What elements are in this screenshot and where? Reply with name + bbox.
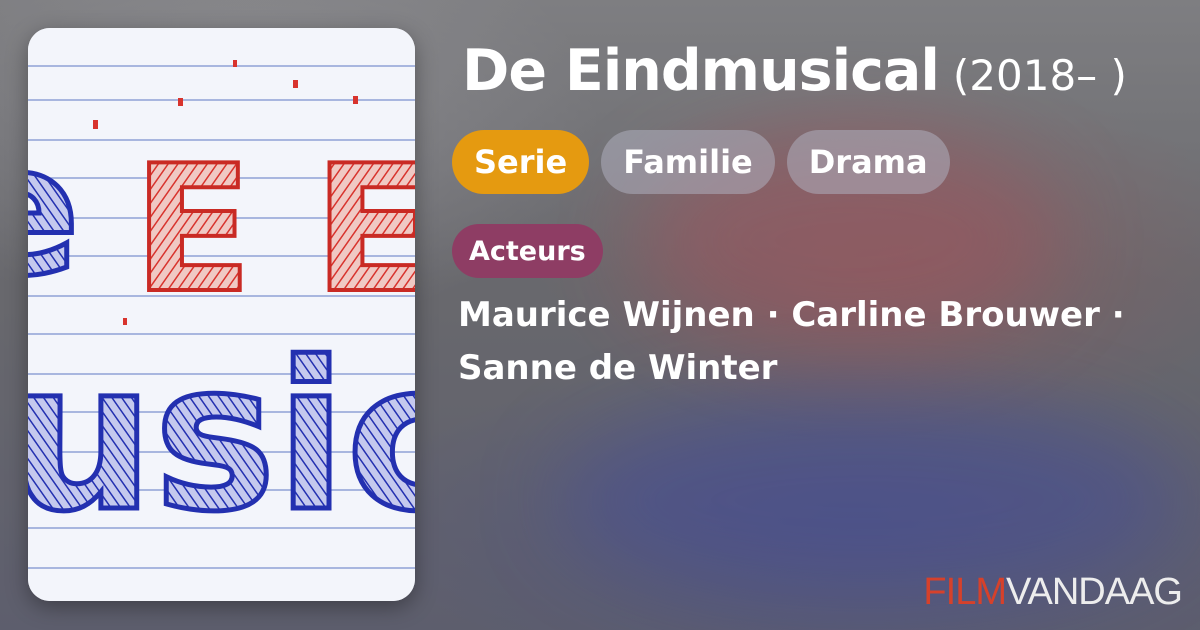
- genre-tags: Serie Familie Drama: [452, 130, 950, 194]
- title-row: De Eindmusical (2018– ): [462, 38, 1127, 104]
- brand-logo-part1: FILM: [923, 571, 1007, 613]
- tag-drama[interactable]: Drama: [786, 130, 950, 194]
- tag-familie[interactable]: Familie: [601, 130, 775, 194]
- actors-line-1: Maurice Wijnen · Carline Brouwer ·: [458, 295, 1125, 335]
- actors-badge: Acteurs: [452, 224, 603, 278]
- poster-text-left: e: [28, 107, 80, 316]
- brand-logo-part2: VANDAAG: [1005, 571, 1183, 613]
- year-label: (2018– ): [952, 51, 1127, 100]
- brand-logo: FILMVANDAAG: [923, 571, 1183, 614]
- actors-line-2: Sanne de Winter: [458, 348, 778, 388]
- poster-image: E EI e usic: [28, 28, 415, 601]
- actors-list: Maurice Wijnen · Carline Brouwer · Sanne…: [458, 289, 1178, 395]
- tag-serie[interactable]: Serie: [452, 130, 590, 194]
- poster-text-red: E EI: [133, 129, 415, 332]
- page-title: De Eindmusical: [462, 38, 940, 104]
- poster-text-blue: usic: [28, 319, 415, 557]
